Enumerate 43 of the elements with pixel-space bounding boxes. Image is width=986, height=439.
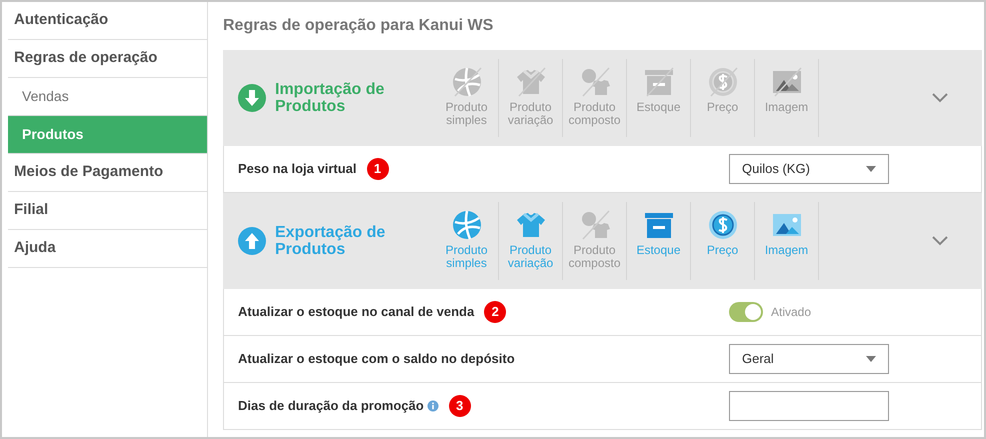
image-icon bbox=[772, 67, 802, 97]
operation-option[interactable]: Estoque bbox=[627, 59, 691, 137]
box-icon bbox=[644, 210, 674, 240]
operation-option[interactable]: Preço bbox=[691, 59, 755, 137]
ball-icon bbox=[452, 67, 482, 97]
operation-option[interactable]: Produto composto bbox=[563, 59, 627, 137]
toggle-switch[interactable] bbox=[729, 302, 763, 322]
input-field[interactable] bbox=[729, 391, 889, 421]
page-title: Regras de operação para Kanui WS bbox=[223, 16, 494, 36]
operation-option[interactable]: Estoque bbox=[627, 202, 691, 280]
shirt-icon bbox=[516, 210, 546, 240]
select-field[interactable]: Geral bbox=[729, 344, 889, 374]
field-label: Atualizar o estoque no canal de venda bbox=[238, 303, 474, 322]
select-field[interactable]: Quilos (KG) bbox=[729, 154, 889, 184]
number-badge: 3 bbox=[448, 395, 471, 417]
ball-and-shirt-icon bbox=[580, 210, 610, 240]
section-title: Importação de Produtos bbox=[275, 81, 386, 115]
operation-option[interactable]: Preço bbox=[691, 202, 755, 280]
dollar-coin-icon bbox=[708, 67, 738, 97]
box-icon bbox=[644, 67, 674, 97]
chevron-down-icon bbox=[932, 92, 948, 103]
ball-icon bbox=[452, 210, 482, 240]
shirt-icon bbox=[516, 67, 546, 97]
operation-option[interactable]: Produto simples bbox=[435, 202, 499, 280]
number-badge: 2 bbox=[484, 301, 506, 323]
sidebar-item[interactable]: Produtos bbox=[8, 116, 207, 154]
field-label: Peso na loja virtual bbox=[238, 160, 356, 178]
chevron-down-icon bbox=[932, 236, 948, 246]
operation-option[interactable]: Produto simples bbox=[435, 59, 499, 137]
dollar-coin-icon bbox=[708, 210, 738, 240]
toggle-label: Ativado bbox=[771, 304, 812, 321]
operation-option[interactable]: Imagem bbox=[755, 59, 819, 137]
field-label: Dias de duração da promoção bbox=[238, 397, 424, 416]
operation-option[interactable]: Produto variação bbox=[499, 59, 563, 137]
operation-option[interactable]: Imagem bbox=[755, 202, 819, 280]
caret-icon bbox=[866, 166, 876, 172]
number-badge: 1 bbox=[366, 158, 388, 180]
section-title: Exportação de Produtos bbox=[275, 224, 386, 258]
caret-icon bbox=[866, 356, 876, 362]
operation-option[interactable]: Produto composto bbox=[563, 202, 627, 280]
ball-and-shirt-icon bbox=[580, 67, 610, 97]
operation-option[interactable]: Produto variação bbox=[499, 202, 563, 280]
field-label: Atualizar o estoque com o saldo no depósito bbox=[238, 350, 515, 368]
